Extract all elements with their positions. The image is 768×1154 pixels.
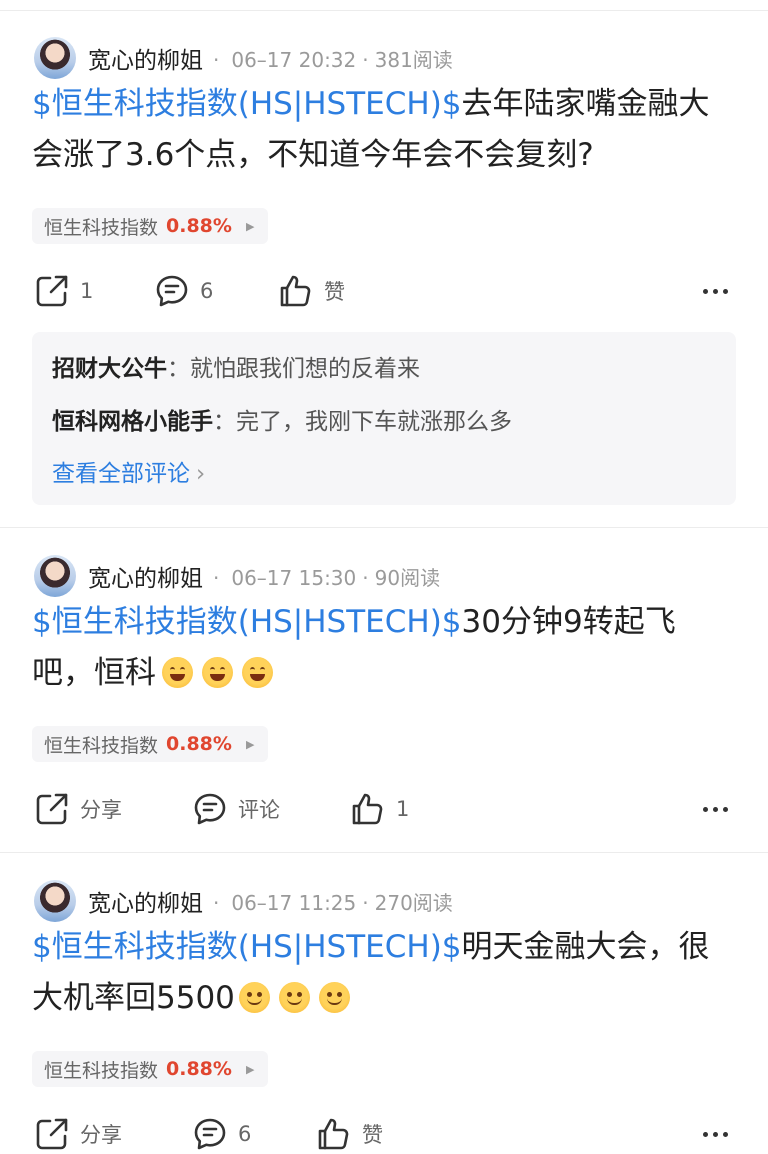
post-time: 06–17 15:30 [231,565,357,590]
thumbs-up-icon [316,1116,352,1152]
stock-tag[interactable]: 恒生科技指数 0.88% ▶ [32,208,269,244]
cashtag-link[interactable]: $恒生科技指数(HS|HSTECH)$ [32,929,462,965]
cashtag-link[interactable]: $恒生科技指数(HS|HSTECH)$ [32,604,462,640]
grin-emoji-icon [202,657,233,688]
thumbs-up-icon [278,273,314,309]
author-name[interactable]: 宽心的柳姐 [88,884,203,918]
stock-change: 0.88% [166,733,232,755]
share-button[interactable]: 分享 [34,789,122,829]
stock-tag[interactable]: 恒生科技指数 0.88% ▶ [32,1051,269,1087]
caret-right-icon: ▶ [245,1062,255,1076]
share-label: 分享 [80,1123,122,1147]
stock-change: 0.88% [166,215,232,237]
thumbs-up-icon [350,791,386,827]
like-button[interactable]: 1 [350,789,409,829]
stock-name: 恒生科技指数 [44,734,159,757]
share-button[interactable]: 1 [34,271,93,311]
post[interactable]: 宽心的柳姐 · 06–17 20:32 · 381阅读 $恒生科技指数(HS|HSTE… [0,35,768,525]
post-meta: · 06–17 20:32 · 381阅读 [213,47,453,72]
post-header: 宽心的柳姐 · 06–17 20:32 · 381阅读 [34,35,453,81]
post-meta: · 06–17 15:30 · 90阅读 [213,565,441,590]
share-count: 1 [80,279,94,303]
smile-emoji-icon [238,982,270,1013]
comment-separator: ： [167,356,190,382]
avatar[interactable] [34,880,76,922]
view-count: 270阅读 [374,890,453,915]
caret-right-icon: ▶ [245,737,255,751]
post-header: 宽心的柳姐 · 06–17 11:25 · 270阅读 [34,878,453,924]
author-name[interactable]: 宽心的柳姐 [88,41,203,75]
post-meta: · 06–17 11:25 · 270阅读 [213,890,453,915]
cashtag-link[interactable]: $恒生科技指数(HS|HSTECH)$ [32,86,462,122]
share-button[interactable]: 分享 [34,1114,122,1154]
stock-name: 恒生科技指数 [44,1059,159,1082]
view-count: 90阅读 [374,565,441,590]
stock-tag[interactable]: 恒生科技指数 0.88% ▶ [32,726,269,762]
comment-count: 6 [238,1122,252,1146]
comment-button[interactable]: 6 [154,271,213,311]
comment-button[interactable]: 评论 [192,789,280,829]
comment-icon [154,273,190,309]
comment-icon [192,791,228,827]
post[interactable]: 宽心的柳姐 · 06–17 11:25 · 270阅读 $恒生科技指数(HS|HSTE… [0,878,768,1154]
comment-text: 就怕跟我们想的反着来 [190,356,420,382]
smile-emoji-icon [318,982,350,1013]
post-divider [0,527,768,528]
view-all-comments-link[interactable]: 查看全部评论 › [52,454,205,488]
action-bar: 1 6 赞 [32,271,732,311]
share-icon [34,273,70,309]
post-content[interactable]: $恒生科技指数(HS|HSTECH)$30分钟9转起飞吧，恒科 [32,597,732,699]
post-time: 06–17 20:32 [231,47,357,72]
post-content[interactable]: $恒生科技指数(HS|HSTECH)$明天金融大会，很大机率回5500 [32,922,732,1024]
caret-right-icon: ▶ [245,219,255,233]
comment-label: 评论 [238,798,280,822]
comment-author[interactable]: 恒科网格小能手 [52,409,213,435]
comment-separator: ： [213,409,236,435]
author-name[interactable]: 宽心的柳姐 [88,559,203,593]
post-time: 06–17 11:25 [231,890,357,915]
comment-icon [192,1116,228,1152]
avatar[interactable] [34,37,76,79]
top-divider [0,10,768,11]
avatar[interactable] [34,555,76,597]
comment-preview[interactable]: 招财大公牛：就怕跟我们想的反着来 恒科网格小能手：完了，我刚下车就涨那么多 查看… [32,332,736,505]
share-icon [34,1116,70,1152]
post-header: 宽心的柳姐 · 06–17 15:30 · 90阅读 [34,553,440,599]
action-bar: 分享 评论 1 [32,789,732,829]
share-icon [34,791,70,827]
smile-emoji-icon [278,982,310,1013]
comment-button[interactable]: 6 [192,1114,251,1154]
more-icon[interactable] [698,789,728,829]
stock-name: 恒生科技指数 [44,216,159,239]
post[interactable]: 宽心的柳姐 · 06–17 15:30 · 90阅读 $恒生科技指数(HS|HSTEC… [0,553,768,843]
action-bar: 分享 6 赞 [32,1114,732,1154]
comment-count: 6 [200,279,214,303]
like-button[interactable]: 赞 [278,271,345,311]
more-icon[interactable] [698,271,728,311]
grin-emoji-icon [242,657,273,688]
chevron-right-icon: › [196,461,206,487]
comment-item: 恒科网格小能手：完了，我刚下车就涨那么多 [52,402,512,436]
post-content[interactable]: $恒生科技指数(HS|HSTECH)$去年陆家嘴金融大会涨了3.6个点，不知道今… [32,79,732,181]
view-count: 381阅读 [374,47,453,72]
like-label: 赞 [362,1123,383,1147]
stock-change: 0.88% [166,1058,232,1080]
more-icon[interactable] [698,1114,728,1154]
grin-emoji-icon [162,657,193,688]
comment-item: 招财大公牛：就怕跟我们想的反着来 [52,349,420,383]
comment-author[interactable]: 招财大公牛 [52,356,167,382]
post-divider [0,852,768,853]
view-all-label: 查看全部评论 [52,461,190,487]
like-button[interactable]: 赞 [316,1114,383,1154]
comment-text: 完了，我刚下车就涨那么多 [236,409,512,435]
like-label: 赞 [324,280,345,304]
share-label: 分享 [80,798,122,822]
like-count: 1 [396,797,410,821]
